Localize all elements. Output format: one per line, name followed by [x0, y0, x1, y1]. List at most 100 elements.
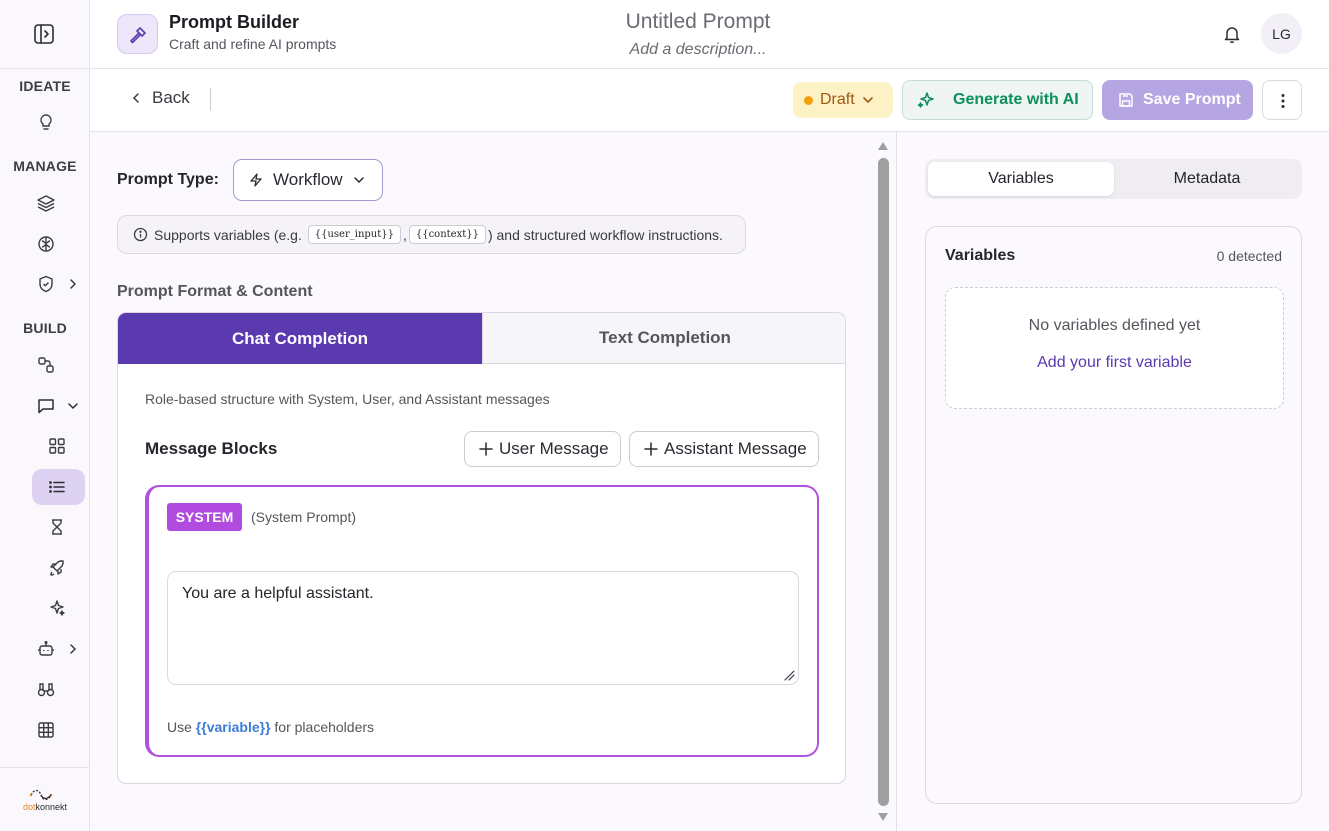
info-separator: , [402, 226, 407, 243]
sidebar-item-prompts[interactable] [32, 388, 85, 424]
chevron-down-icon [862, 94, 874, 106]
sidebar-item-bot[interactable] [32, 631, 85, 667]
status-dot [804, 95, 813, 105]
save-prompt-button[interactable]: Save Prompt [1102, 80, 1253, 120]
prompt-description[interactable]: Add a description... [586, 41, 810, 59]
sidebar-item-hourglass[interactable] [32, 509, 85, 545]
sidebar-item-table[interactable] [32, 712, 85, 748]
sparkles-icon [903, 90, 953, 110]
variable-example-context: {{context}} [408, 225, 486, 244]
grid-icon [48, 437, 66, 455]
bot-icon [37, 640, 55, 658]
sidebar: IDEATE MANAGE BUILD dotkonnekt [0, 0, 90, 831]
sidebar-item-sparkles[interactable] [32, 590, 85, 626]
prompt-title[interactable]: Untitled Prompt [586, 10, 810, 34]
tab-variables[interactable]: Variables [928, 162, 1114, 196]
system-prompt-textarea[interactable]: You are a helpful assistant. [167, 571, 799, 685]
sidebar-item-shield[interactable] [32, 266, 85, 302]
placeholder-hint: Use {{variable}} for placeholders [167, 719, 375, 735]
scroll-down-arrow[interactable] [878, 813, 888, 821]
chevron-down-icon [353, 174, 365, 186]
bell-icon[interactable] [1222, 24, 1242, 44]
lightbulb-icon [37, 113, 55, 131]
system-prompt-content: You are a helpful assistant. [182, 585, 374, 602]
sidebar-item-list-active[interactable] [32, 469, 85, 505]
sidebar-divider [0, 767, 90, 768]
workflow-icon [37, 356, 55, 374]
format-description: Role-based structure with System, User, … [145, 391, 550, 407]
variables-title: Variables [945, 247, 1016, 264]
add-assistant-label: Assistant Message [664, 439, 807, 458]
variable-example-user-input: {{user_input}} [307, 225, 401, 244]
sidebar-item-binoculars[interactable] [32, 671, 85, 707]
brain-icon [37, 235, 55, 253]
sidebar-item-grid[interactable] [32, 428, 85, 464]
add-first-variable-link[interactable]: Add your first variable [946, 354, 1283, 372]
status-label: Draft [820, 91, 855, 108]
variable-syntax: {{variable}} [195, 719, 271, 735]
add-assistant-message-button[interactable]: Assistant Message [629, 431, 819, 467]
binoculars-icon [37, 680, 55, 698]
scroll-up-arrow[interactable] [878, 142, 888, 150]
sidebar-section-manage: MANAGE [13, 158, 77, 174]
editor-panel: Prompt Type: Workflow Supports variables… [90, 132, 897, 831]
scrollbar-thumb[interactable] [878, 158, 889, 806]
editor-scrollbar[interactable] [876, 140, 890, 824]
sidebar-section-build: BUILD [23, 320, 67, 336]
prompt-type-label: Prompt Type: [117, 171, 219, 188]
plus-icon [465, 442, 499, 456]
tab-metadata[interactable]: Metadata [1114, 162, 1300, 196]
sidebar-item-brain[interactable] [32, 226, 85, 262]
back-label: Back [152, 88, 190, 107]
status-dropdown[interactable]: Draft [793, 82, 893, 118]
prompt-type-info: Supports variables (e.g. {{user_input}} … [117, 215, 746, 254]
sparkles-icon [48, 599, 66, 617]
sidebar-toggle-icon[interactable] [33, 23, 55, 45]
app-title: Prompt Builder [169, 12, 300, 32]
variables-detected-count: 0 detected [1216, 248, 1282, 264]
variables-card: Variables 0 detected No variables define… [925, 226, 1302, 804]
sidebar-item-rocket[interactable] [32, 550, 85, 586]
info-icon [133, 227, 148, 242]
tab-text-completion[interactable]: Text Completion [482, 313, 845, 364]
chevron-left-icon [130, 92, 142, 104]
save-label: Save Prompt [1143, 91, 1241, 108]
resize-handle-icon[interactable] [783, 669, 795, 681]
sidebar-section-ideate: IDEATE [19, 78, 71, 94]
chevron-right-icon [67, 278, 79, 290]
more-options-button[interactable] [1262, 80, 1302, 120]
app-header: Prompt Builder Craft and refine AI promp… [90, 0, 1329, 69]
toolbar-divider [210, 88, 211, 111]
system-message-block: SYSTEM (System Prompt) You are a helpful… [145, 485, 819, 757]
sidebar-item-ideas[interactable] [32, 104, 85, 140]
info-text-suffix: ) and structured workflow instructions. [487, 226, 723, 243]
zap-icon [249, 173, 263, 187]
list-icon [48, 478, 66, 496]
app-icon [117, 14, 158, 54]
brand-wordmark: dotkonnekt [22, 802, 68, 812]
chevron-right-icon [67, 643, 79, 655]
prompt-type-value: Workflow [273, 170, 343, 189]
prompt-type-select[interactable]: Workflow [233, 159, 383, 201]
app-subtitle: Craft and refine AI prompts [169, 36, 337, 52]
rocket-icon [48, 559, 66, 577]
side-panel-tabs: Variables Metadata [925, 159, 1302, 199]
format-card: Chat Completion Text Completion Role-bas… [117, 312, 846, 784]
back-button[interactable]: Back [130, 88, 190, 108]
info-text-prefix: Supports variables (e.g. [154, 226, 302, 243]
add-user-message-button[interactable]: User Message [464, 431, 621, 467]
generate-with-ai-button[interactable]: Generate with AI [902, 80, 1093, 120]
action-toolbar: Back Draft Generate with AI Save Prompt [90, 69, 1329, 132]
tab-chat-completion[interactable]: Chat Completion [118, 313, 482, 364]
hourglass-icon [48, 518, 66, 536]
empty-state-message: No variables defined yet [1028, 317, 1201, 334]
sidebar-item-layers[interactable] [32, 185, 85, 221]
layers-icon [37, 194, 55, 212]
sidebar-item-workflow[interactable] [32, 347, 85, 383]
chevron-down-icon [67, 400, 79, 412]
message-square-icon [37, 397, 55, 415]
add-user-label: User Message [499, 439, 609, 458]
table-icon [37, 721, 55, 739]
user-avatar[interactable]: LG [1261, 13, 1302, 54]
system-role-subtitle: (System Prompt) [251, 509, 357, 525]
